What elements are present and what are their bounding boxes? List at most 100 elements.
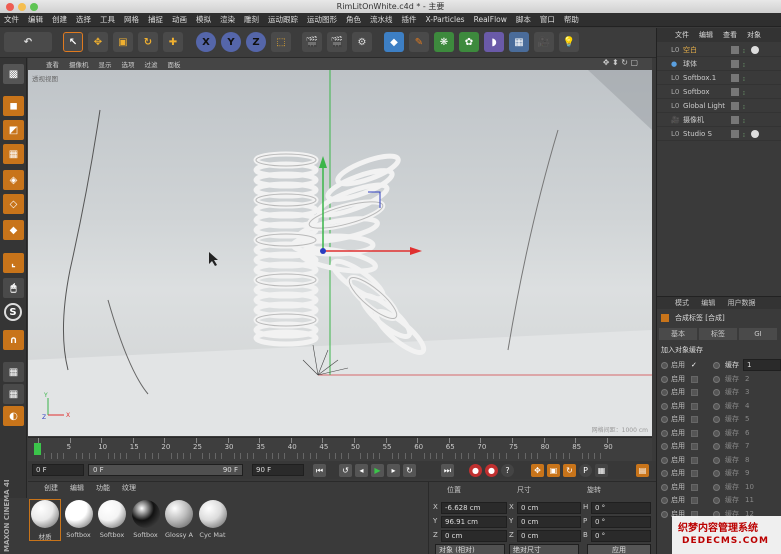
previous-frame-icon[interactable]: ◂ (355, 464, 368, 477)
rotate-tool-icon[interactable]: ↻ (138, 32, 158, 52)
live-select-icon[interactable]: ↖ (63, 32, 83, 52)
object-row[interactable]: L0 Global Light ⁝ (657, 99, 781, 113)
enable-checkbox[interactable] (691, 402, 698, 410)
tweak-mode-icon[interactable]: 🖱 (3, 278, 24, 298)
axis-mode-icon[interactable]: ⌞ (3, 253, 24, 273)
timeline-window-icon[interactable]: ▤ (636, 464, 649, 477)
maximize-window-button[interactable] (30, 3, 38, 11)
viewport-nav-icons[interactable]: ✥ ⬍ ↻ ▢ (603, 58, 638, 67)
workplane-grid-icon[interactable]: ▦ (3, 362, 24, 382)
enable-checkbox[interactable] (691, 483, 698, 491)
viewport-menu-panel[interactable]: 面板 (168, 59, 181, 69)
layer-tag-icon[interactable] (731, 74, 739, 82)
enable-checkbox[interactable] (691, 429, 698, 437)
cache-number[interactable]: 6 (745, 427, 749, 440)
enable-radio[interactable] (661, 483, 668, 491)
position-value-field[interactable]: 0 cm (441, 530, 507, 542)
make-editable-icon[interactable]: ▩ (3, 64, 24, 84)
enable-checkbox[interactable] (691, 375, 698, 383)
menu-x-particles[interactable]: X-Particles (426, 15, 465, 24)
object-row[interactable]: L0 空白 ⁝ (657, 43, 781, 57)
position-value-field[interactable]: -6.628 cm (441, 502, 507, 514)
enable-checkbox[interactable] (691, 416, 698, 423)
go-to-end-icon[interactable]: ⏭ (441, 464, 454, 477)
menu-select[interactable]: 选择 (76, 14, 91, 25)
enable-radio[interactable] (661, 362, 668, 369)
floor-environment-icon[interactable]: ▦ (509, 32, 529, 52)
tab-basic[interactable]: 基本 (659, 328, 697, 340)
enable-radio[interactable] (661, 375, 668, 383)
model-mode-icon[interactable]: ◼ (3, 96, 24, 116)
render-settings-icon[interactable]: ⚙ (352, 32, 372, 52)
object-name[interactable]: 摄像机 (683, 113, 704, 127)
cache-radio[interactable] (713, 483, 720, 491)
cache-radio[interactable] (713, 416, 720, 423)
menu-simulate[interactable]: 模拟 (196, 14, 211, 25)
cache-number[interactable]: 2 (745, 373, 749, 386)
menu-edit[interactable]: 编辑 (28, 14, 43, 25)
menu-mograph[interactable]: 运动图形 (307, 14, 337, 25)
locked-workplane-icon[interactable]: ▦ (3, 384, 24, 404)
go-to-start-icon[interactable]: ⏮ (313, 464, 326, 477)
cache-number[interactable]: 5 (745, 413, 749, 426)
next-frame-icon[interactable]: ▸ (387, 464, 400, 477)
cache-number[interactable]: 9 (745, 467, 749, 480)
edges-mode-icon[interactable]: ◇ (3, 194, 24, 214)
layer-tag-icon[interactable] (731, 102, 739, 110)
layer-tag-icon[interactable] (731, 130, 739, 138)
menu-help[interactable]: 帮助 (564, 14, 579, 25)
enable-radio[interactable] (661, 389, 668, 396)
size-value-field[interactable]: 0 cm (517, 530, 581, 542)
menu-script[interactable]: 脚本 (516, 14, 531, 25)
object-menu-object[interactable]: 对象 (747, 30, 761, 40)
preview-range-slider[interactable]: 0 F 90 F (88, 464, 243, 476)
camera-icon[interactable]: 🎥 (534, 32, 554, 52)
viewport[interactable]: 透视视图 Y X Z 网格间距：1000 cm (28, 70, 652, 436)
material-menu-edit[interactable]: 编辑 (70, 483, 84, 493)
layer-tag-icon[interactable] (731, 116, 739, 124)
material-tag-icon[interactable] (751, 46, 759, 54)
scale-tool-icon[interactable]: ▣ (113, 32, 133, 52)
menu-file[interactable]: 文件 (4, 14, 19, 25)
material-swatch[interactable]: 材质 (29, 499, 61, 541)
end-frame-field[interactable]: 90 F (252, 464, 304, 476)
object-row[interactable]: L0 Studio S ⁝ (657, 127, 781, 141)
workplane-mode-icon[interactable]: ▦ (3, 144, 24, 164)
viewport-menu-display[interactable]: 显示 (99, 59, 112, 69)
playhead-marker[interactable] (34, 443, 41, 455)
object-row[interactable]: ● 球体 ⁝ (657, 57, 781, 71)
autokey-icon[interactable]: ● (485, 464, 498, 477)
attribute-menu-edit[interactable]: 编辑 (701, 299, 715, 307)
material-swatch[interactable]: Cyc Mat (198, 500, 228, 540)
object-name[interactable]: Softbox (683, 85, 709, 99)
apply-button[interactable]: 应用 (587, 544, 651, 554)
cache-number-field[interactable]: 1 (743, 359, 781, 371)
cache-radio[interactable] (713, 429, 720, 437)
object-name[interactable]: 空白 (683, 43, 697, 57)
object-name[interactable]: Global Light (683, 99, 725, 113)
viewport-menu-view[interactable]: 查看 (46, 59, 59, 69)
menu-animate[interactable]: 动画 (172, 14, 187, 25)
previous-key-icon[interactable]: ↺ (339, 464, 352, 477)
texture-mode-icon[interactable]: ◩ (3, 120, 24, 140)
layer-tag-icon[interactable] (731, 46, 739, 54)
move-tool-icon[interactable]: ✥ (88, 32, 108, 52)
attribute-menu-user-data[interactable]: 用户数据 (727, 299, 755, 307)
cache-radio[interactable] (713, 443, 720, 450)
object-menu-view[interactable]: 查看 (723, 30, 737, 40)
enable-radio[interactable] (661, 416, 668, 423)
render-picture-viewer-icon[interactable]: 🎬 (327, 32, 347, 52)
array-cloner-icon[interactable]: ✿ (459, 32, 479, 52)
tab-tag[interactable]: 标签 (699, 328, 737, 340)
enable-checkbox[interactable] (691, 389, 698, 396)
record-active-objects-icon[interactable]: ● (469, 464, 482, 477)
rotation-value-field[interactable]: 0 ° (591, 530, 651, 542)
enable-checkbox[interactable] (691, 497, 698, 504)
enable-checkbox[interactable] (691, 443, 698, 450)
material-tag-icon[interactable] (751, 130, 759, 138)
minimize-window-button[interactable] (18, 3, 26, 11)
material-swatch[interactable]: Softbox (97, 500, 127, 540)
points-mode-icon[interactable]: ◈ (3, 170, 24, 190)
enable-radio[interactable] (661, 470, 668, 477)
next-key-icon[interactable]: ↻ (403, 464, 416, 477)
